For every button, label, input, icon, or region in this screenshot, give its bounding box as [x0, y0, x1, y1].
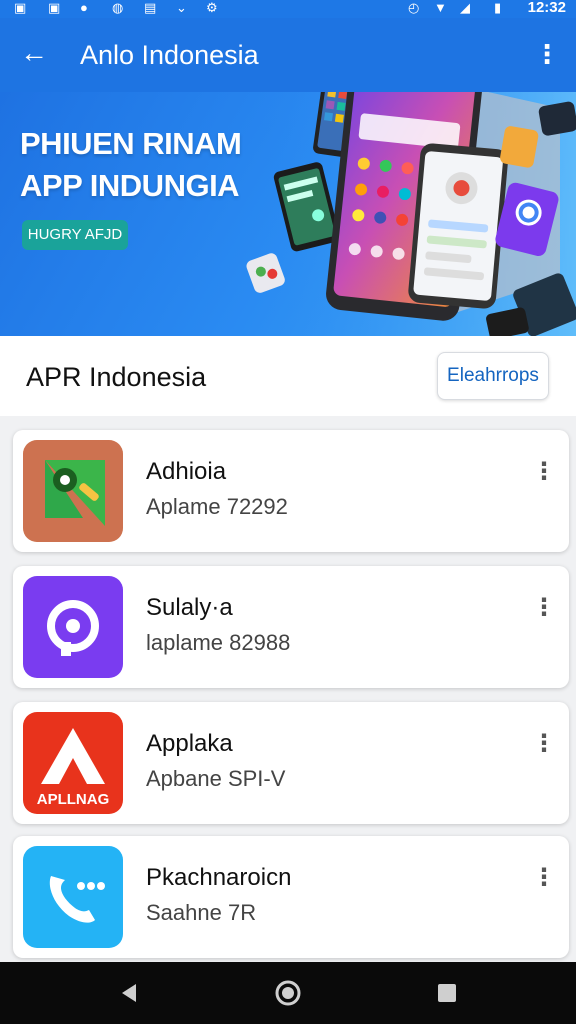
status-bar: ▣ ▣ ● ◍ ▤ ⌄ ⚙ ◴ ▼ ◢ ▮ 12:32: [0, 0, 576, 18]
signal-icon: ◢: [460, 0, 470, 15]
app-bar: ← Anlo Indonesia ⋮: [0, 18, 576, 92]
more-vert-icon[interactable]: ⋮: [531, 594, 557, 624]
gallery-icon: ▣: [14, 0, 27, 15]
wifi-icon: ▼: [434, 0, 447, 15]
app-card[interactable]: Pkachnaroicn Saahne 7R ⋮: [13, 836, 569, 958]
more-vert-icon[interactable]: ⋮: [531, 458, 557, 488]
more-vert-icon[interactable]: ⋮: [531, 864, 557, 894]
green-triangle-gear-icon: [23, 440, 123, 542]
app-card[interactable]: Sulaly·a laplame 82988 ⋮: [13, 566, 569, 688]
hero-headline-line1: PHIUEN RINAM: [20, 126, 242, 161]
more-vert-icon[interactable]: ⋮: [531, 730, 557, 760]
app-icon: ▤: [144, 0, 157, 15]
home-circle-icon[interactable]: [273, 978, 303, 1008]
app-name: Adhioia: [146, 458, 227, 485]
app-subtitle: Aplame 72292: [146, 494, 288, 519]
red-a-logo-icon: APLLNAG: [23, 712, 123, 814]
svg-text:APLLNAG: APLLNAG: [37, 791, 110, 808]
app-card[interactable]: APLLNAG Applaka Apbane SPI-V ⋮: [13, 702, 569, 824]
hero-chip-button[interactable]: HUGRY AFJD: [22, 220, 128, 250]
purple-logo-icon: [23, 576, 123, 678]
app-name: Sulaly·a: [146, 594, 233, 621]
hero-headline-line2: APP INDUNGIA: [20, 168, 240, 203]
app-card[interactable]: Adhioia Aplame 72292 ⋮: [13, 430, 569, 552]
gallery-icon: ▣: [48, 0, 61, 15]
hero-banner: ← Anlo Indonesia ⋮ PHIUEN RINAM APP INDU…: [0, 18, 576, 336]
section-action-button[interactable]: Eleahrrops: [437, 352, 549, 400]
back-triangle-icon[interactable]: [114, 978, 144, 1008]
chevron-icon: ⌄: [176, 0, 187, 15]
back-arrow-icon[interactable]: ←: [18, 38, 50, 70]
notification-icon: ⚙: [206, 0, 218, 15]
phone-call-icon: [23, 846, 123, 948]
alarm-icon: ◴: [408, 0, 420, 15]
system-nav-bar: [0, 962, 576, 1024]
app-title: Anlo Indonesia: [80, 40, 259, 70]
more-vert-icon[interactable]: ⋮: [534, 41, 560, 68]
app-icon: ◍: [112, 0, 124, 15]
app-icon: ●: [80, 0, 88, 15]
battery-icon: ▮: [494, 0, 502, 15]
app-name: Applaka: [146, 730, 233, 757]
section-title: APR Indonesia: [26, 362, 207, 392]
app-subtitle: Apbane SPI-V: [146, 766, 286, 791]
app-subtitle: laplame 82988: [146, 630, 291, 655]
recents-square-icon[interactable]: [432, 978, 462, 1008]
clock: 12:32: [527, 0, 566, 16]
app-subtitle: Saahne 7R: [146, 900, 257, 925]
app-name: Pkachnaroicn: [146, 864, 292, 891]
